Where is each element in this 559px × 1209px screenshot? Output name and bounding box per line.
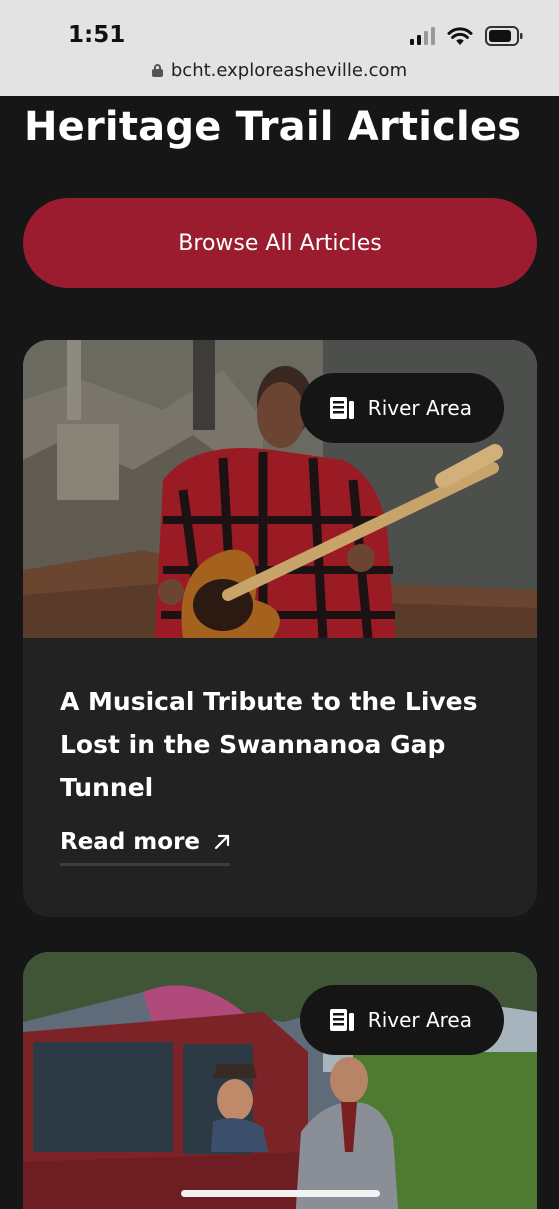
- article-image: River Area: [23, 340, 537, 638]
- read-more-link[interactable]: Read more: [60, 829, 231, 866]
- article-icon: [329, 397, 354, 419]
- battery-icon: [485, 26, 523, 46]
- area-tag-label: River Area: [367, 1008, 472, 1032]
- area-tag[interactable]: River Area: [299, 985, 504, 1055]
- status-bar: 1:51 bcht.exploreasheville.com: [0, 0, 559, 96]
- article-image: River Area: [23, 952, 537, 1209]
- cellular-signal-icon: [410, 27, 435, 45]
- article-icon: [329, 1009, 354, 1031]
- article-card[interactable]: River Area: [23, 952, 537, 1209]
- home-indicator[interactable]: [181, 1190, 380, 1197]
- url-text: bcht.exploreasheville.com: [170, 60, 408, 81]
- read-more-label: Read more: [60, 829, 201, 855]
- status-icons: [410, 26, 523, 46]
- wifi-icon: [447, 26, 473, 45]
- article-body: A Musical Tribute to the Lives Lost in t…: [60, 680, 480, 866]
- article-card[interactable]: River Area A Musical Tribute to the Live…: [23, 340, 537, 917]
- area-tag-label: River Area: [367, 396, 472, 420]
- article-title[interactable]: A Musical Tribute to the Lives Lost in t…: [60, 680, 480, 809]
- address-bar[interactable]: bcht.exploreasheville.com: [0, 60, 559, 81]
- lock-icon: [151, 64, 163, 77]
- page-title: Heritage Trail Articles: [24, 104, 522, 150]
- area-tag[interactable]: River Area: [299, 373, 504, 443]
- arrow-up-right-icon: [214, 834, 230, 850]
- status-time: 1:51: [68, 22, 126, 48]
- browse-all-articles-button[interactable]: Browse All Articles: [23, 198, 537, 288]
